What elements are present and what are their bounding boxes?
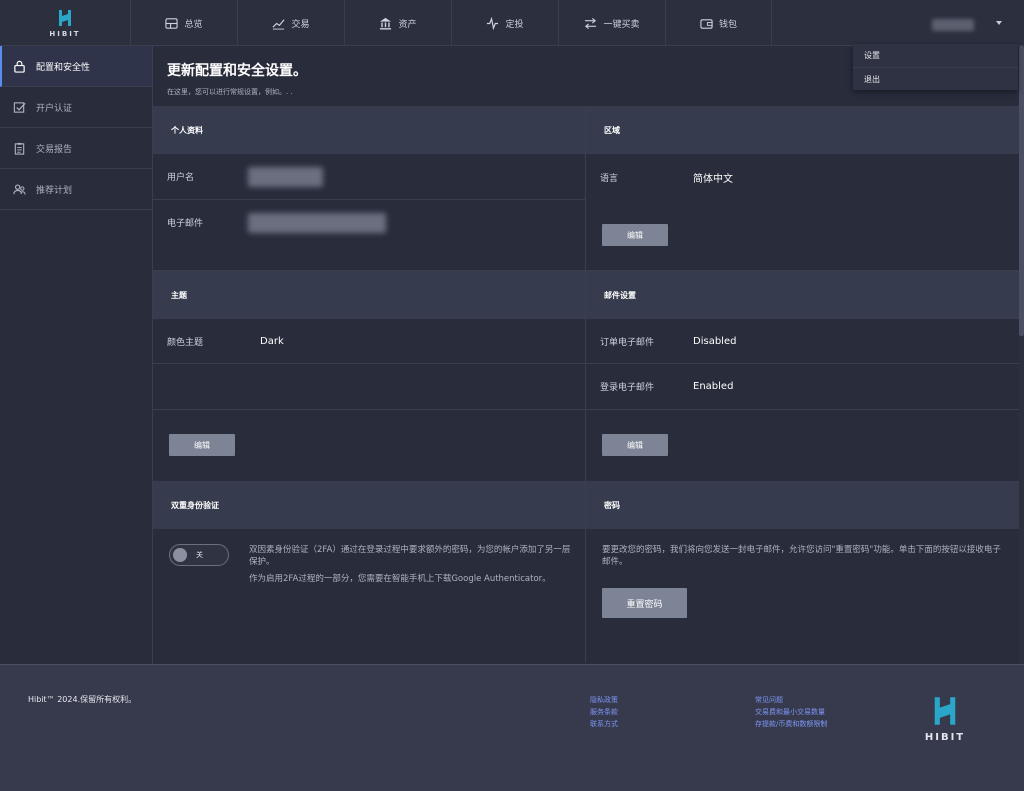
bank-icon: [380, 17, 392, 30]
nav-item-label: 一键买卖: [603, 19, 640, 30]
color-theme-value: Dark: [260, 335, 284, 347]
checkbox-icon: [13, 101, 26, 113]
section-heading-profile: 个人资料: [153, 106, 585, 154]
profile-username-row: 用户名: [153, 154, 585, 200]
footer-link-faq[interactable]: 常见问题: [755, 694, 827, 706]
region-language-row: 语言 简体中文: [586, 154, 1019, 200]
two-fa-body: 关 双因素身份验证（2FA）通过在登录过程中要求额外的密码，为您的帐户添加了另一…: [153, 529, 585, 663]
two-fa-authenticator-note: 作为启用2FA过程的一部分，您需要在智能手机上下载Google Authenti…: [249, 574, 551, 584]
dashboard-icon: [165, 17, 179, 29]
color-theme-label: 颜色主题: [167, 337, 204, 348]
email-value-blurred: [248, 212, 386, 233]
chevron-down-icon[interactable]: [996, 21, 1002, 25]
mail-login-row: 登录电子邮件 Enabled: [586, 364, 1019, 410]
top-navigation-bar: HIBIT 总览 交易 资产 定投 一键买卖 钱包: [0, 0, 1024, 46]
account-name-blurred[interactable]: [932, 19, 974, 31]
brand-logo[interactable]: HIBIT: [0, 0, 130, 46]
user-dropdown-menu: 设置 退出: [853, 44, 1018, 90]
toggle-state-label: 关: [196, 551, 203, 559]
settings-right-column: 区域 语言 简体中文 编辑 邮件设置 订单电子邮件 Disabled 登录电子邮…: [586, 106, 1019, 663]
footer-link-privacy[interactable]: 隐私政策: [590, 694, 618, 706]
settings-main: 更新配置和安全设置。 在这里，您可以进行常规设置，例如。. . 个人资料 用户名…: [153, 46, 1019, 664]
sidebar-item-label: 开户认证: [36, 103, 73, 114]
section-heading-theme: 主题: [153, 271, 585, 319]
sidebar-item-label: 推荐计划: [36, 185, 73, 196]
footer-links-help: 常见问题 交易费和最小交易数量 存提款/币费和数额限制: [755, 694, 827, 730]
footer-logo: HIBIT: [918, 695, 972, 743]
nav-item-recurring[interactable]: 定投: [451, 0, 558, 46]
username-value-blurred: [248, 166, 323, 187]
footer-link-terms[interactable]: 服务条款: [590, 706, 618, 718]
clipboard-icon: [14, 142, 25, 155]
theme-color-row: 颜色主题 Dark: [153, 319, 585, 364]
nav-item-trade[interactable]: 交易: [237, 0, 344, 46]
login-email-value: Enabled: [693, 381, 734, 392]
nav-item-label: 总览: [184, 19, 203, 30]
order-email-value: Disabled: [693, 335, 737, 347]
footer-copyright: Hibit™ 2024.保留所有权利。: [28, 695, 137, 704]
nav-item-quick-trade[interactable]: 一键买卖: [558, 0, 665, 46]
nav-item-assets[interactable]: 资产: [344, 0, 451, 46]
password-body: 要更改您的密码，我们将向您发送一封电子邮件，允许您访问"重置密码"功能。单击下面…: [586, 529, 1019, 663]
email-label: 电子邮件: [167, 219, 204, 229]
footer-link-deposit-limits[interactable]: 存提款/币费和数额限制: [755, 718, 827, 730]
swap-arrows-icon: [585, 17, 597, 29]
lock-icon: [14, 60, 25, 73]
settings-left-column: 个人资料 用户名 电子邮件 主题 颜色主题 Dark 编辑 双重身份验证 关 双…: [153, 106, 586, 663]
nav-item-label: 资产: [398, 19, 417, 30]
page-footer: Hibit™ 2024.保留所有权利。 隐私政策 服务条款 联系方式 常见问题 …: [0, 664, 1024, 791]
username-label: 用户名: [167, 173, 195, 183]
login-email-label: 登录电子邮件: [600, 383, 655, 393]
users-icon: [13, 183, 26, 195]
section-heading-2fa: 双重身份验证: [153, 481, 585, 529]
section-heading-region: 区域: [586, 106, 1019, 154]
nav-item-label: 定投: [505, 19, 524, 30]
language-label: 语言: [600, 173, 619, 184]
page-scrollbar[interactable]: [1019, 46, 1024, 664]
two-fa-description: 双因素身份验证（2FA）通过在登录过程中要求额外的密码，为您的帐户添加了另一层保…: [249, 545, 571, 567]
nav-item-wallet[interactable]: 钱包: [665, 0, 772, 46]
nav-item-overview[interactable]: 总览: [130, 0, 237, 46]
sidebar-item-referral[interactable]: 推荐计划: [0, 169, 152, 210]
pulse-icon: [487, 16, 499, 30]
main-nav: 总览 交易 资产 定投 一键买卖 钱包: [130, 0, 772, 46]
section-heading-password: 密码: [586, 481, 1019, 529]
settings-sidebar: 配置和安全性 开户认证 交易报告 推荐计划: [0, 46, 153, 664]
footer-link-trading-fees[interactable]: 交易费和最小交易数量: [755, 706, 827, 718]
region-edit-button[interactable]: 编辑: [602, 224, 668, 246]
wallet-icon: [700, 18, 713, 29]
nav-item-label: 钱包: [718, 19, 737, 30]
profile-email-row: 电子邮件: [153, 200, 585, 245]
theme-edit-button[interactable]: 编辑: [169, 434, 235, 456]
sidebar-item-label: 交易报告: [36, 144, 73, 155]
mail-settings-edit-button[interactable]: 编辑: [602, 434, 668, 456]
brand-wordmark: HIBIT: [49, 29, 81, 38]
hibit-logo-icon: [59, 9, 71, 26]
language-value: 简体中文: [693, 173, 733, 185]
reset-password-button[interactable]: 重置密码: [602, 588, 687, 618]
mail-order-row: 订单电子邮件 Disabled: [586, 319, 1019, 364]
order-email-label: 订单电子邮件: [600, 337, 655, 348]
footer-links-legal: 隐私政策 服务条款 联系方式: [590, 694, 618, 730]
footer-wordmark: HIBIT: [924, 732, 966, 743]
trend-chart-icon: [272, 18, 286, 30]
sidebar-item-account-verification[interactable]: 开户认证: [0, 87, 152, 128]
password-description: 要更改您的密码，我们将向您发送一封电子邮件，允许您访问"重置密码"功能。单击下面…: [602, 545, 1001, 567]
footer-link-contact[interactable]: 联系方式: [590, 718, 618, 730]
two-fa-toggle[interactable]: 关: [169, 544, 229, 566]
menu-item-settings[interactable]: 设置: [853, 44, 1018, 67]
section-heading-mail-settings: 邮件设置: [586, 271, 1019, 319]
toggle-knob: [173, 548, 187, 562]
sidebar-item-label: 配置和安全性: [36, 62, 91, 73]
scrollbar-thumb[interactable]: [1019, 46, 1024, 336]
hibit-logo-icon: [934, 697, 956, 725]
sidebar-item-config-security[interactable]: 配置和安全性: [0, 46, 152, 87]
nav-item-label: 交易: [291, 19, 310, 30]
sidebar-item-trade-report[interactable]: 交易报告: [0, 128, 152, 169]
menu-item-logout[interactable]: 退出: [853, 67, 1018, 90]
